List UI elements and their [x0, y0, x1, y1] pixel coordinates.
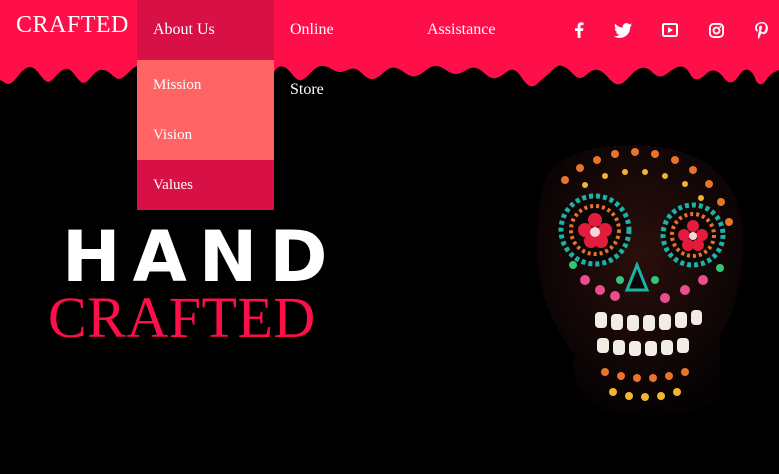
- hero-title-crafted: CRAFTED: [48, 285, 316, 350]
- nav-item-online-store[interactable]: Online Store: [290, 0, 334, 98]
- brand-logo[interactable]: CRAFTED: [16, 12, 129, 39]
- twitter-icon[interactable]: [612, 0, 634, 60]
- dropdown-item-mission[interactable]: Mission: [137, 60, 274, 110]
- facebook-icon[interactable]: [568, 0, 590, 60]
- sugar-skull-image: [536, 145, 744, 415]
- instagram-icon[interactable]: [705, 0, 727, 60]
- dropdown-item-values[interactable]: Values: [137, 160, 274, 210]
- nav-item-assistance[interactable]: Assistance: [427, 0, 495, 60]
- nav-item-about-us[interactable]: About Us: [137, 0, 274, 60]
- dropdown-item-vision[interactable]: Vision: [137, 110, 274, 160]
- hero-title-hand: HAND: [62, 216, 340, 298]
- about-dropdown-menu: Mission Vision Values: [137, 60, 274, 210]
- pinterest-icon[interactable]: [750, 0, 772, 60]
- youtube-icon[interactable]: [659, 0, 681, 60]
